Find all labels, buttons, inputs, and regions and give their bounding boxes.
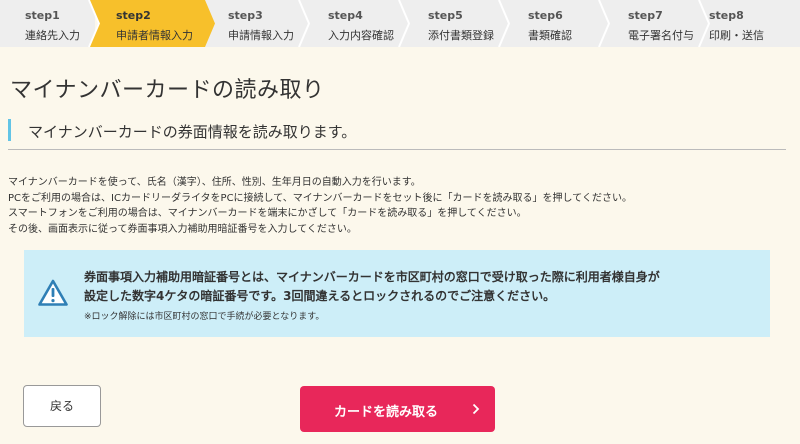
section-header: マイナンバーカードの券面情報を読み取ります。 xyxy=(8,117,786,150)
step-6: step6 書類確認 xyxy=(505,0,611,47)
notice-text: 券面事項入力補助用暗証番号とは、マイナンバーカードを市区町村の窓口で受け取った際… xyxy=(84,268,764,306)
step-2-current: step2 申請者情報入力 xyxy=(90,0,215,47)
read-card-button-label: カードを読み取る xyxy=(334,405,439,420)
page-title: マイナンバーカードの読み取り xyxy=(10,78,325,103)
step-8-label: 印刷・送信 xyxy=(709,29,764,42)
back-button[interactable]: 戻る xyxy=(23,385,101,427)
description-line: スマートフォンをご利用の場合は、マイナンバーカードを端末にかざして「カードを読み… xyxy=(8,208,527,219)
step-1-number: step1 xyxy=(25,9,60,22)
section-title: マイナンバーカードの券面情報を読み取ります。 xyxy=(28,123,357,141)
description: マイナンバーカードを使って、氏名（漢字）、住所、性別、生年月日の自動入力を行いま… xyxy=(8,175,788,237)
pin-notice-box: 券面事項入力補助用暗証番号とは、マイナンバーカードを市区町村の窓口で受け取った際… xyxy=(24,250,770,337)
read-card-button[interactable]: カードを読み取る xyxy=(300,386,495,432)
notice-line-2: 設定した数字4ケタの暗証番号です。3回間違えるとロックされるのでご注意ください。 xyxy=(84,289,556,303)
step-6-number: step6 xyxy=(528,9,563,22)
step-2-number: step2 xyxy=(116,9,151,22)
step-3: step3 申請情報入力 xyxy=(205,0,311,47)
section-accent-bar xyxy=(8,119,11,141)
step-5: step5 添付書類登録 xyxy=(405,0,511,47)
notice-line-1: 券面事項入力補助用暗証番号とは、マイナンバーカードを市区町村の窓口で受け取った際… xyxy=(84,270,660,284)
step-6-label: 書類確認 xyxy=(528,29,572,42)
step-1: step1 連絡先入力 xyxy=(0,0,101,47)
step-3-number: step3 xyxy=(228,9,263,22)
step-4-number: step4 xyxy=(328,9,363,22)
description-line: PCをご利用の場合は、ICカードリーダライタをPCに接続して、マイナンバーカード… xyxy=(8,192,632,204)
step-8: step8 印刷・送信 xyxy=(705,0,800,47)
step-7-label: 電子署名付与 xyxy=(628,29,694,42)
step-8-number: step8 xyxy=(709,9,744,22)
chevron-right-icon xyxy=(472,403,480,415)
step-1-label: 連絡先入力 xyxy=(25,29,80,42)
step-5-label: 添付書類登録 xyxy=(428,29,494,42)
description-line: その後、画面表示に従って券面事項入力補助用暗証番号を入力してください。 xyxy=(8,223,357,235)
step-progress-bar: step1 連絡先入力 step2 申請者情報入力 step3 申請情報入力 s… xyxy=(0,0,800,47)
step-5-number: step5 xyxy=(428,9,463,22)
step-4-label: 入力内容確認 xyxy=(328,29,394,42)
step-7-number: step7 xyxy=(628,9,663,22)
step-3-label: 申請情報入力 xyxy=(228,29,294,42)
description-line: マイナンバーカードを使って、氏名（漢字）、住所、性別、生年月日の自動入力を行いま… xyxy=(8,177,421,188)
notice-subtext: ※ロック解除には市区町村の窓口で手続が必要となります。 xyxy=(84,312,325,322)
warning-icon xyxy=(38,279,68,306)
step-7: step7 電子署名付与 xyxy=(605,0,711,47)
step-4: step4 入力内容確認 xyxy=(305,0,411,47)
step-2-label: 申請者情報入力 xyxy=(116,29,193,42)
